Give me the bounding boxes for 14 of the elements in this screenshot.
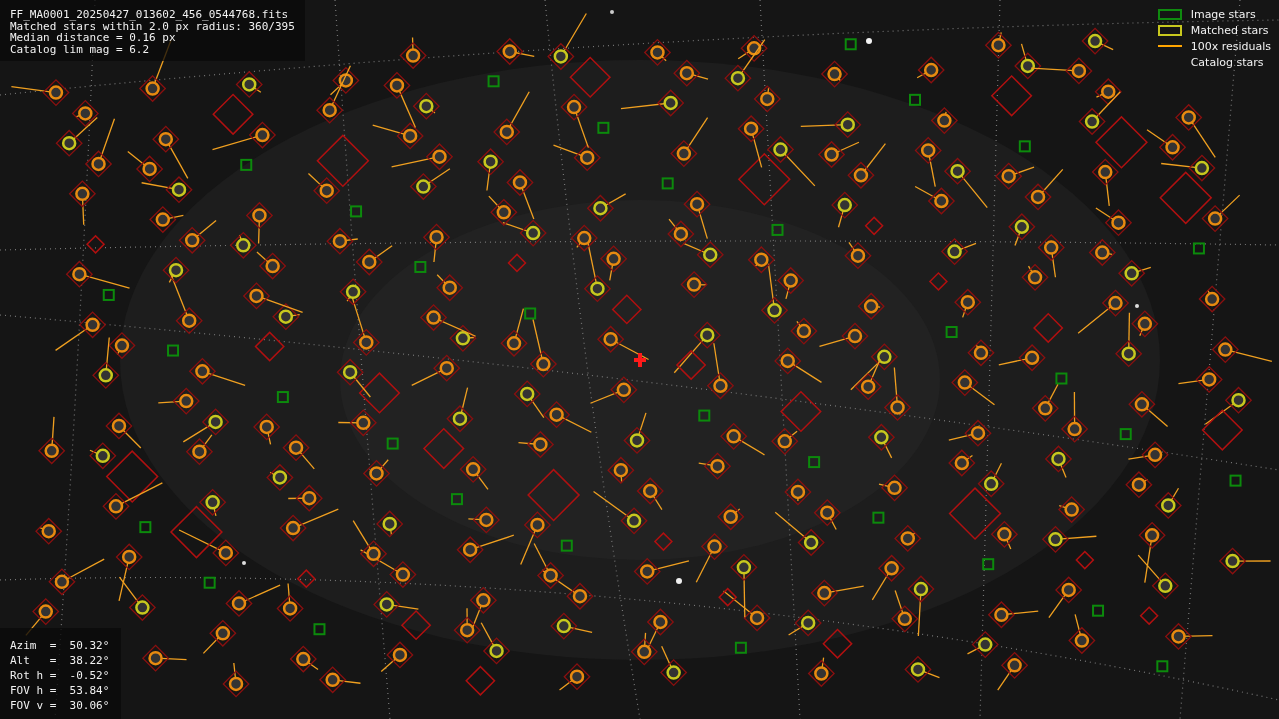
legend-label: Matched stars xyxy=(1190,23,1269,37)
legend-label: 100x residuals xyxy=(1190,39,1271,53)
pointing-text: Rot h = -0.52° xyxy=(10,668,110,683)
pointing-text: Azim = 50.32° xyxy=(10,638,110,653)
pointing-text: FOV v = 30.06° xyxy=(10,698,110,713)
pointing-text: FOV h = 53.84° xyxy=(10,683,110,698)
info-text: FF_MA0001_20250427_013602_456_0544768.fits xyxy=(10,9,290,21)
legend-label: Image stars xyxy=(1190,7,1256,21)
info-text: Catalog lim mag = 6.2 xyxy=(10,43,151,55)
pointing-text: Alt = 38.22° xyxy=(10,653,110,668)
plus-icon xyxy=(634,353,646,367)
legend-label: Catalog stars xyxy=(1190,55,1264,69)
info-text: Matched stars within 2.0 px radius: 360/395 xyxy=(10,20,295,32)
info-text: Median distance = 0.16 px xyxy=(10,32,176,44)
